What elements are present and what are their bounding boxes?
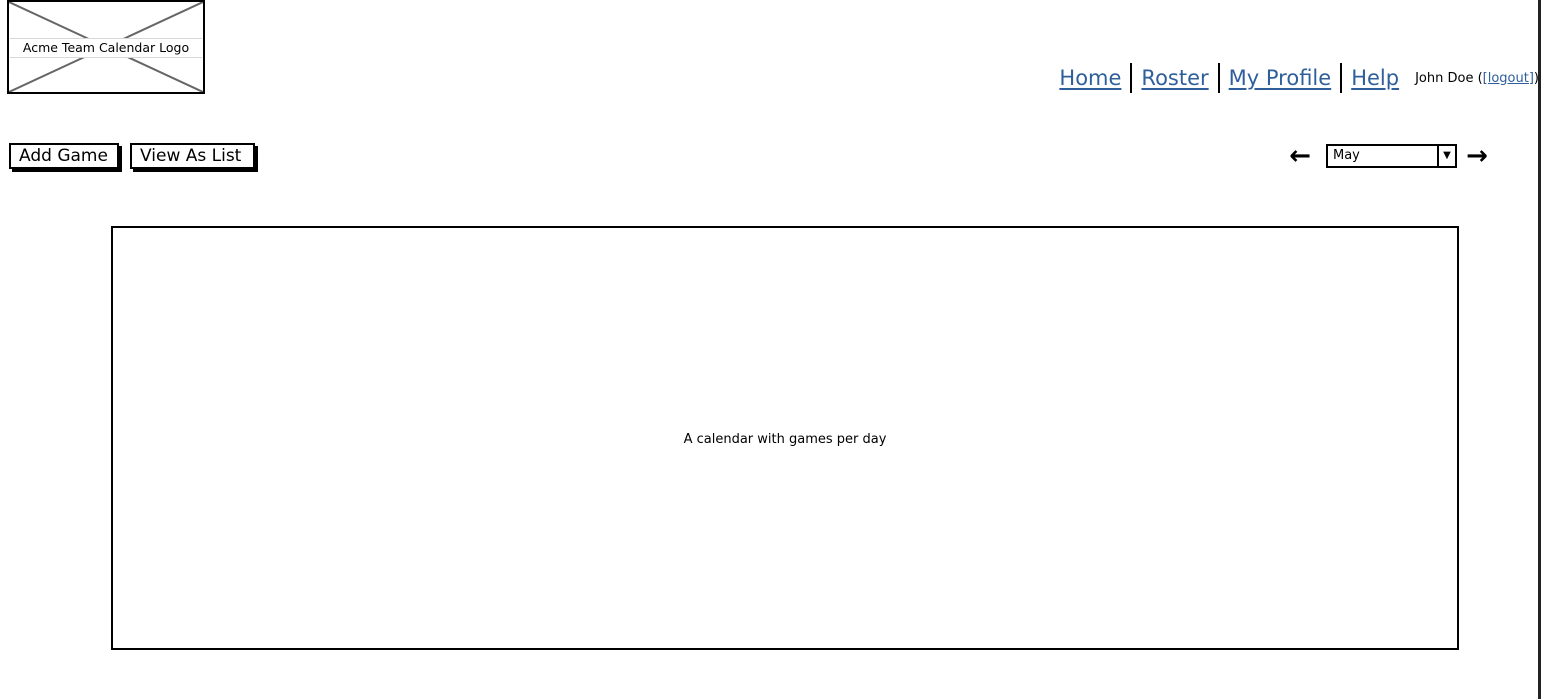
nav-my-profile-link[interactable]: My Profile [1229,66,1332,90]
logo-placeholder: Acme Team Calendar Logo [7,0,205,94]
logout-link[interactable]: [logout] [1483,71,1534,86]
month-select-value: May [1333,148,1360,163]
calendar-placeholder-text: A calendar with games per day [683,431,887,447]
nav-help-link[interactable]: Help [1351,66,1399,90]
user-name: John Doe ( [1415,70,1483,86]
month-select[interactable]: May ▼ [1326,144,1457,168]
calendar-placeholder: A calendar with games per day [111,226,1459,650]
month-navigator: ← May ▼ → [1286,143,1491,169]
page: Acme Team Calendar Logo Home Roster My P… [0,0,1550,699]
window-right-edge [1538,0,1550,699]
top-nav: Home Roster My Profile Help John Doe ([l… [1059,62,1539,94]
nav-divider [1130,63,1133,93]
nav-divider [1217,63,1220,93]
logo-label: Acme Team Calendar Logo [10,38,202,58]
chevron-down-icon[interactable]: ▼ [1437,146,1455,166]
add-game-button[interactable]: Add Game [9,143,119,169]
nav-home-link[interactable]: Home [1059,66,1121,90]
view-as-list-button[interactable]: View As List [130,143,255,169]
nav-divider [1340,63,1343,93]
arrow-left-icon[interactable]: ← [1286,143,1314,169]
user-info: John Doe ([logout]) [1415,71,1539,86]
nav-roster-link[interactable]: Roster [1141,66,1208,90]
arrow-right-icon[interactable]: → [1463,143,1491,169]
